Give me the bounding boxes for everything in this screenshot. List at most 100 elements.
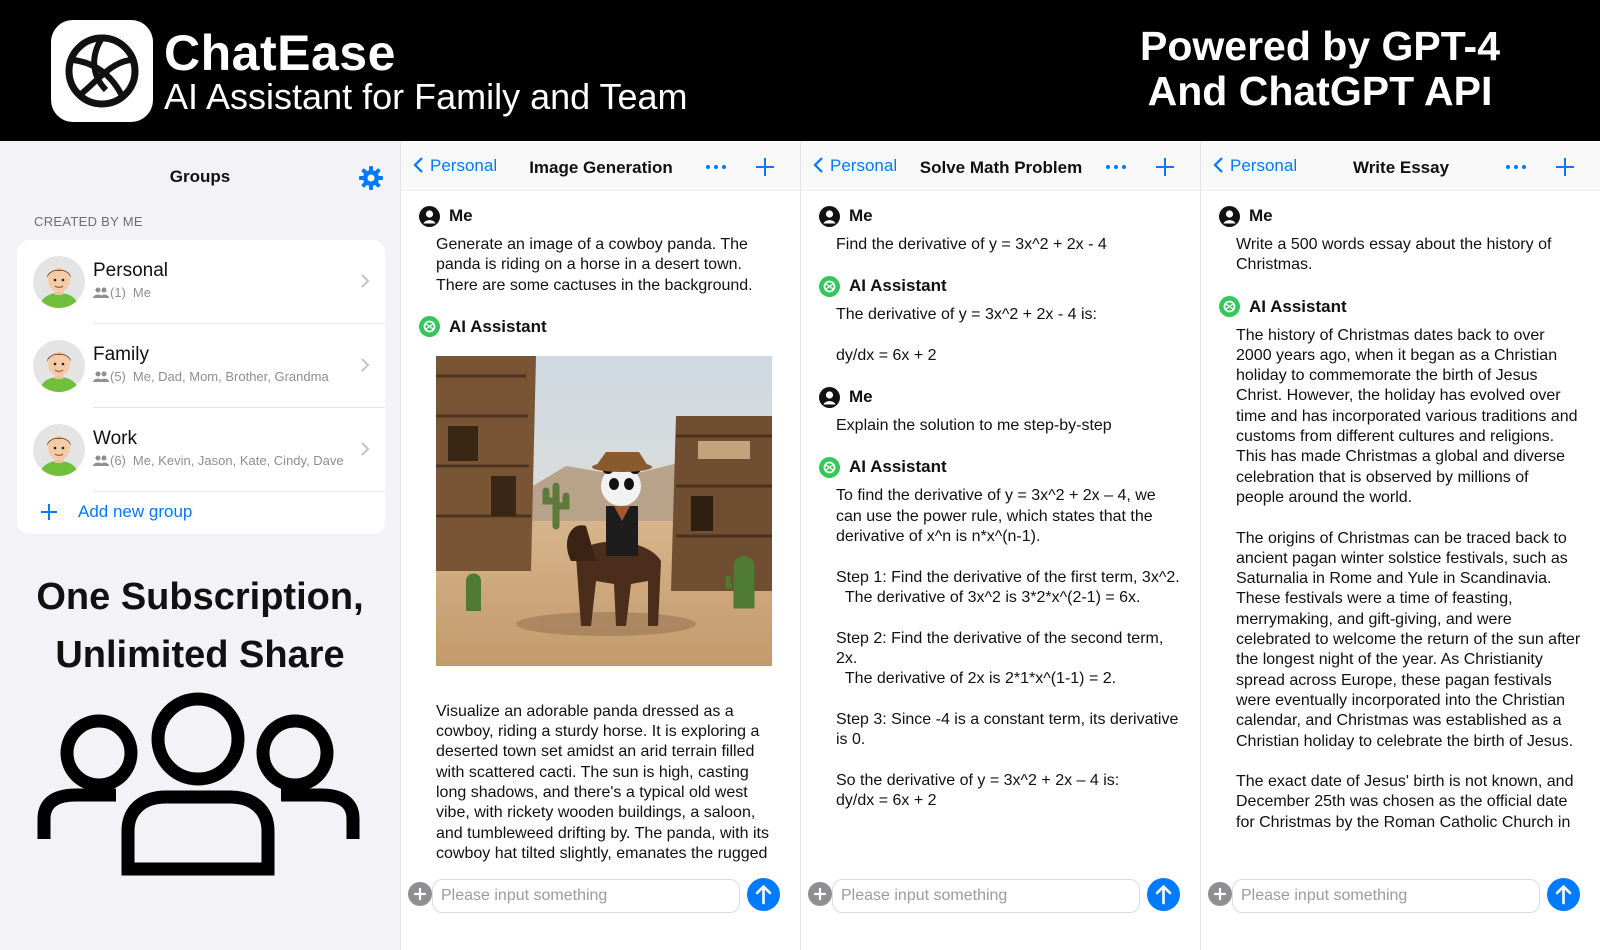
message-input[interactable] xyxy=(433,880,739,912)
message: Me Find the derivative of y = 3x^2 + 2x … xyxy=(801,205,1200,255)
add-circle-icon[interactable] xyxy=(408,882,432,906)
volleyball-logo-icon xyxy=(65,34,139,108)
person-icon xyxy=(819,205,840,227)
promo-line-2: Unlimited Share xyxy=(55,634,345,676)
person-icon xyxy=(1219,205,1240,227)
message: Me Write a 500 words essay about the his… xyxy=(1201,205,1600,276)
message-text: Visualize an adorable panda dressed as a… xyxy=(436,702,774,862)
people-icon xyxy=(37,692,360,876)
message-input-field[interactable] xyxy=(832,879,1140,913)
group-row-family[interactable]: Family (5) Me, Dad, Mom, Brother, Grandma xyxy=(17,324,385,408)
sender-name: AI Assistant xyxy=(849,276,947,296)
chevron-left-icon xyxy=(1213,157,1223,173)
chevron-right-icon xyxy=(361,274,370,288)
back-label: Personal xyxy=(430,156,498,175)
sender-name: Me xyxy=(849,387,873,407)
sender-name: AI Assistant xyxy=(1249,296,1347,316)
message-input[interactable] xyxy=(833,880,1139,912)
back-button[interactable]: Personal xyxy=(1213,156,1297,178)
message: Me Explain the solution to me step-by-st… xyxy=(801,386,1200,436)
message-text: Generate an image of a cowboy panda. The… xyxy=(436,236,753,294)
app-name: ChatEase xyxy=(164,25,396,81)
powered-line-1: Powered by GPT-4 xyxy=(1140,23,1500,69)
input-bar xyxy=(401,875,800,950)
chevron-right-icon xyxy=(361,358,370,372)
group-members: (5) Me, Dad, Mom, Brother, Grandma xyxy=(93,369,329,384)
nav-bar: Personal Write Essay xyxy=(1201,141,1600,191)
app-tagline: AI Assistant for Family and Team xyxy=(164,76,688,117)
message-list: Me Write a 500 words essay about the his… xyxy=(1201,205,1600,875)
chat-panel-write-essay: Personal Write Essay Me Write a 500 word… xyxy=(1200,141,1600,950)
chat-panel-solve-math: Personal Solve Math Problem Me Find the … xyxy=(800,141,1200,950)
add-circle-icon[interactable] xyxy=(808,882,832,906)
member-names: Me xyxy=(132,285,151,300)
chevron-right-icon xyxy=(361,442,370,456)
groups-list: Personal (1) Me Family (5) Me, Dad, Mom,… xyxy=(17,240,385,534)
back-label: Personal xyxy=(830,156,898,175)
group-members: (6) Me, Kevin, Jason, Kate, Cindy, Dave xyxy=(93,453,344,468)
member-names: Me, Kevin, Jason, Kate, Cindy, Dave xyxy=(132,453,344,468)
chevron-left-icon xyxy=(813,157,823,173)
member-count: (6) xyxy=(110,453,126,468)
send-icon[interactable] xyxy=(1547,878,1580,911)
message: AI Assistant The history of Christmas da… xyxy=(1201,296,1600,833)
more-icon[interactable] xyxy=(1504,155,1528,179)
sender-name: AI Assistant xyxy=(849,457,947,477)
sender-name: Me xyxy=(849,206,873,225)
group-name: Personal xyxy=(93,260,168,281)
plus-icon xyxy=(41,504,57,520)
people-icon xyxy=(93,455,109,466)
add-group-button[interactable]: Add new group xyxy=(17,492,385,534)
group-row-personal[interactable]: Personal (1) Me xyxy=(17,240,385,324)
back-button[interactable]: Personal xyxy=(413,156,497,178)
message-text: The history of Christmas dates back to o… xyxy=(1236,326,1581,831)
openai-icon xyxy=(1219,296,1240,318)
message-text: Write a 500 words essay about the histor… xyxy=(1236,236,1556,274)
more-icon[interactable] xyxy=(1104,155,1128,179)
input-bar xyxy=(1201,875,1600,950)
plus-icon[interactable] xyxy=(1156,158,1174,176)
message: AI Assistant Visualize an adorable panda… xyxy=(401,316,800,864)
add-circle-icon[interactable] xyxy=(1208,882,1232,906)
nav-bar: Personal Image Generation xyxy=(401,141,800,191)
group-name: Work xyxy=(93,428,137,449)
nav-bar: Personal Solve Math Problem xyxy=(801,141,1200,191)
gear-icon xyxy=(359,166,383,190)
message: Me Generate an image of a cowboy panda. … xyxy=(401,205,800,296)
openai-icon xyxy=(419,316,440,338)
groups-panel: Groups CREATED BY ME Personal (1) Me Fam… xyxy=(0,141,400,950)
message-input-field[interactable] xyxy=(1232,879,1540,913)
back-label: Personal xyxy=(1230,156,1298,175)
generated-image[interactable] xyxy=(436,355,772,666)
member-names: Me, Dad, Mom, Brother, Grandma xyxy=(132,369,329,384)
chat-panel-image-generation: Personal Image Generation Me Generate an… xyxy=(400,141,800,950)
settings-button[interactable] xyxy=(358,165,384,191)
group-row-work[interactable]: Work (6) Me, Kevin, Jason, Kate, Cindy, D… xyxy=(17,408,385,492)
message-input-field[interactable] xyxy=(432,879,740,913)
member-count: (5) xyxy=(110,369,126,384)
add-group-label: Add new group xyxy=(78,502,193,521)
message: AI Assistant The derivative of y = 3x^2 … xyxy=(801,275,1200,366)
send-icon[interactable] xyxy=(1147,878,1180,911)
more-icon[interactable] xyxy=(704,155,728,179)
sender-name: Me xyxy=(1249,206,1273,225)
group-name: Family xyxy=(93,344,149,365)
message-input[interactable] xyxy=(1233,880,1539,912)
avatar xyxy=(33,256,85,308)
input-bar xyxy=(801,875,1200,950)
promo-line-1: One Subscription, xyxy=(36,576,364,618)
message-text: Explain the solution to me step-by-step xyxy=(836,417,1112,435)
plus-icon[interactable] xyxy=(756,158,774,176)
message-text: To find the derivative of y = 3x^2 + 2x … xyxy=(836,487,1180,809)
groups-title: Groups xyxy=(169,167,231,186)
back-button[interactable]: Personal xyxy=(813,156,897,178)
message-text: Find the derivative of y = 3x^2 + 2x - 4 xyxy=(836,236,1107,253)
header-banner: ChatEase AI Assistant for Family and Tea… xyxy=(0,0,1600,141)
avatar xyxy=(33,424,85,476)
message: AI Assistant To find the derivative of y… xyxy=(801,456,1200,811)
person-icon xyxy=(819,386,840,408)
plus-icon[interactable] xyxy=(1556,158,1574,176)
send-icon[interactable] xyxy=(747,878,780,911)
app-logo xyxy=(51,20,153,122)
person-icon xyxy=(419,205,440,227)
